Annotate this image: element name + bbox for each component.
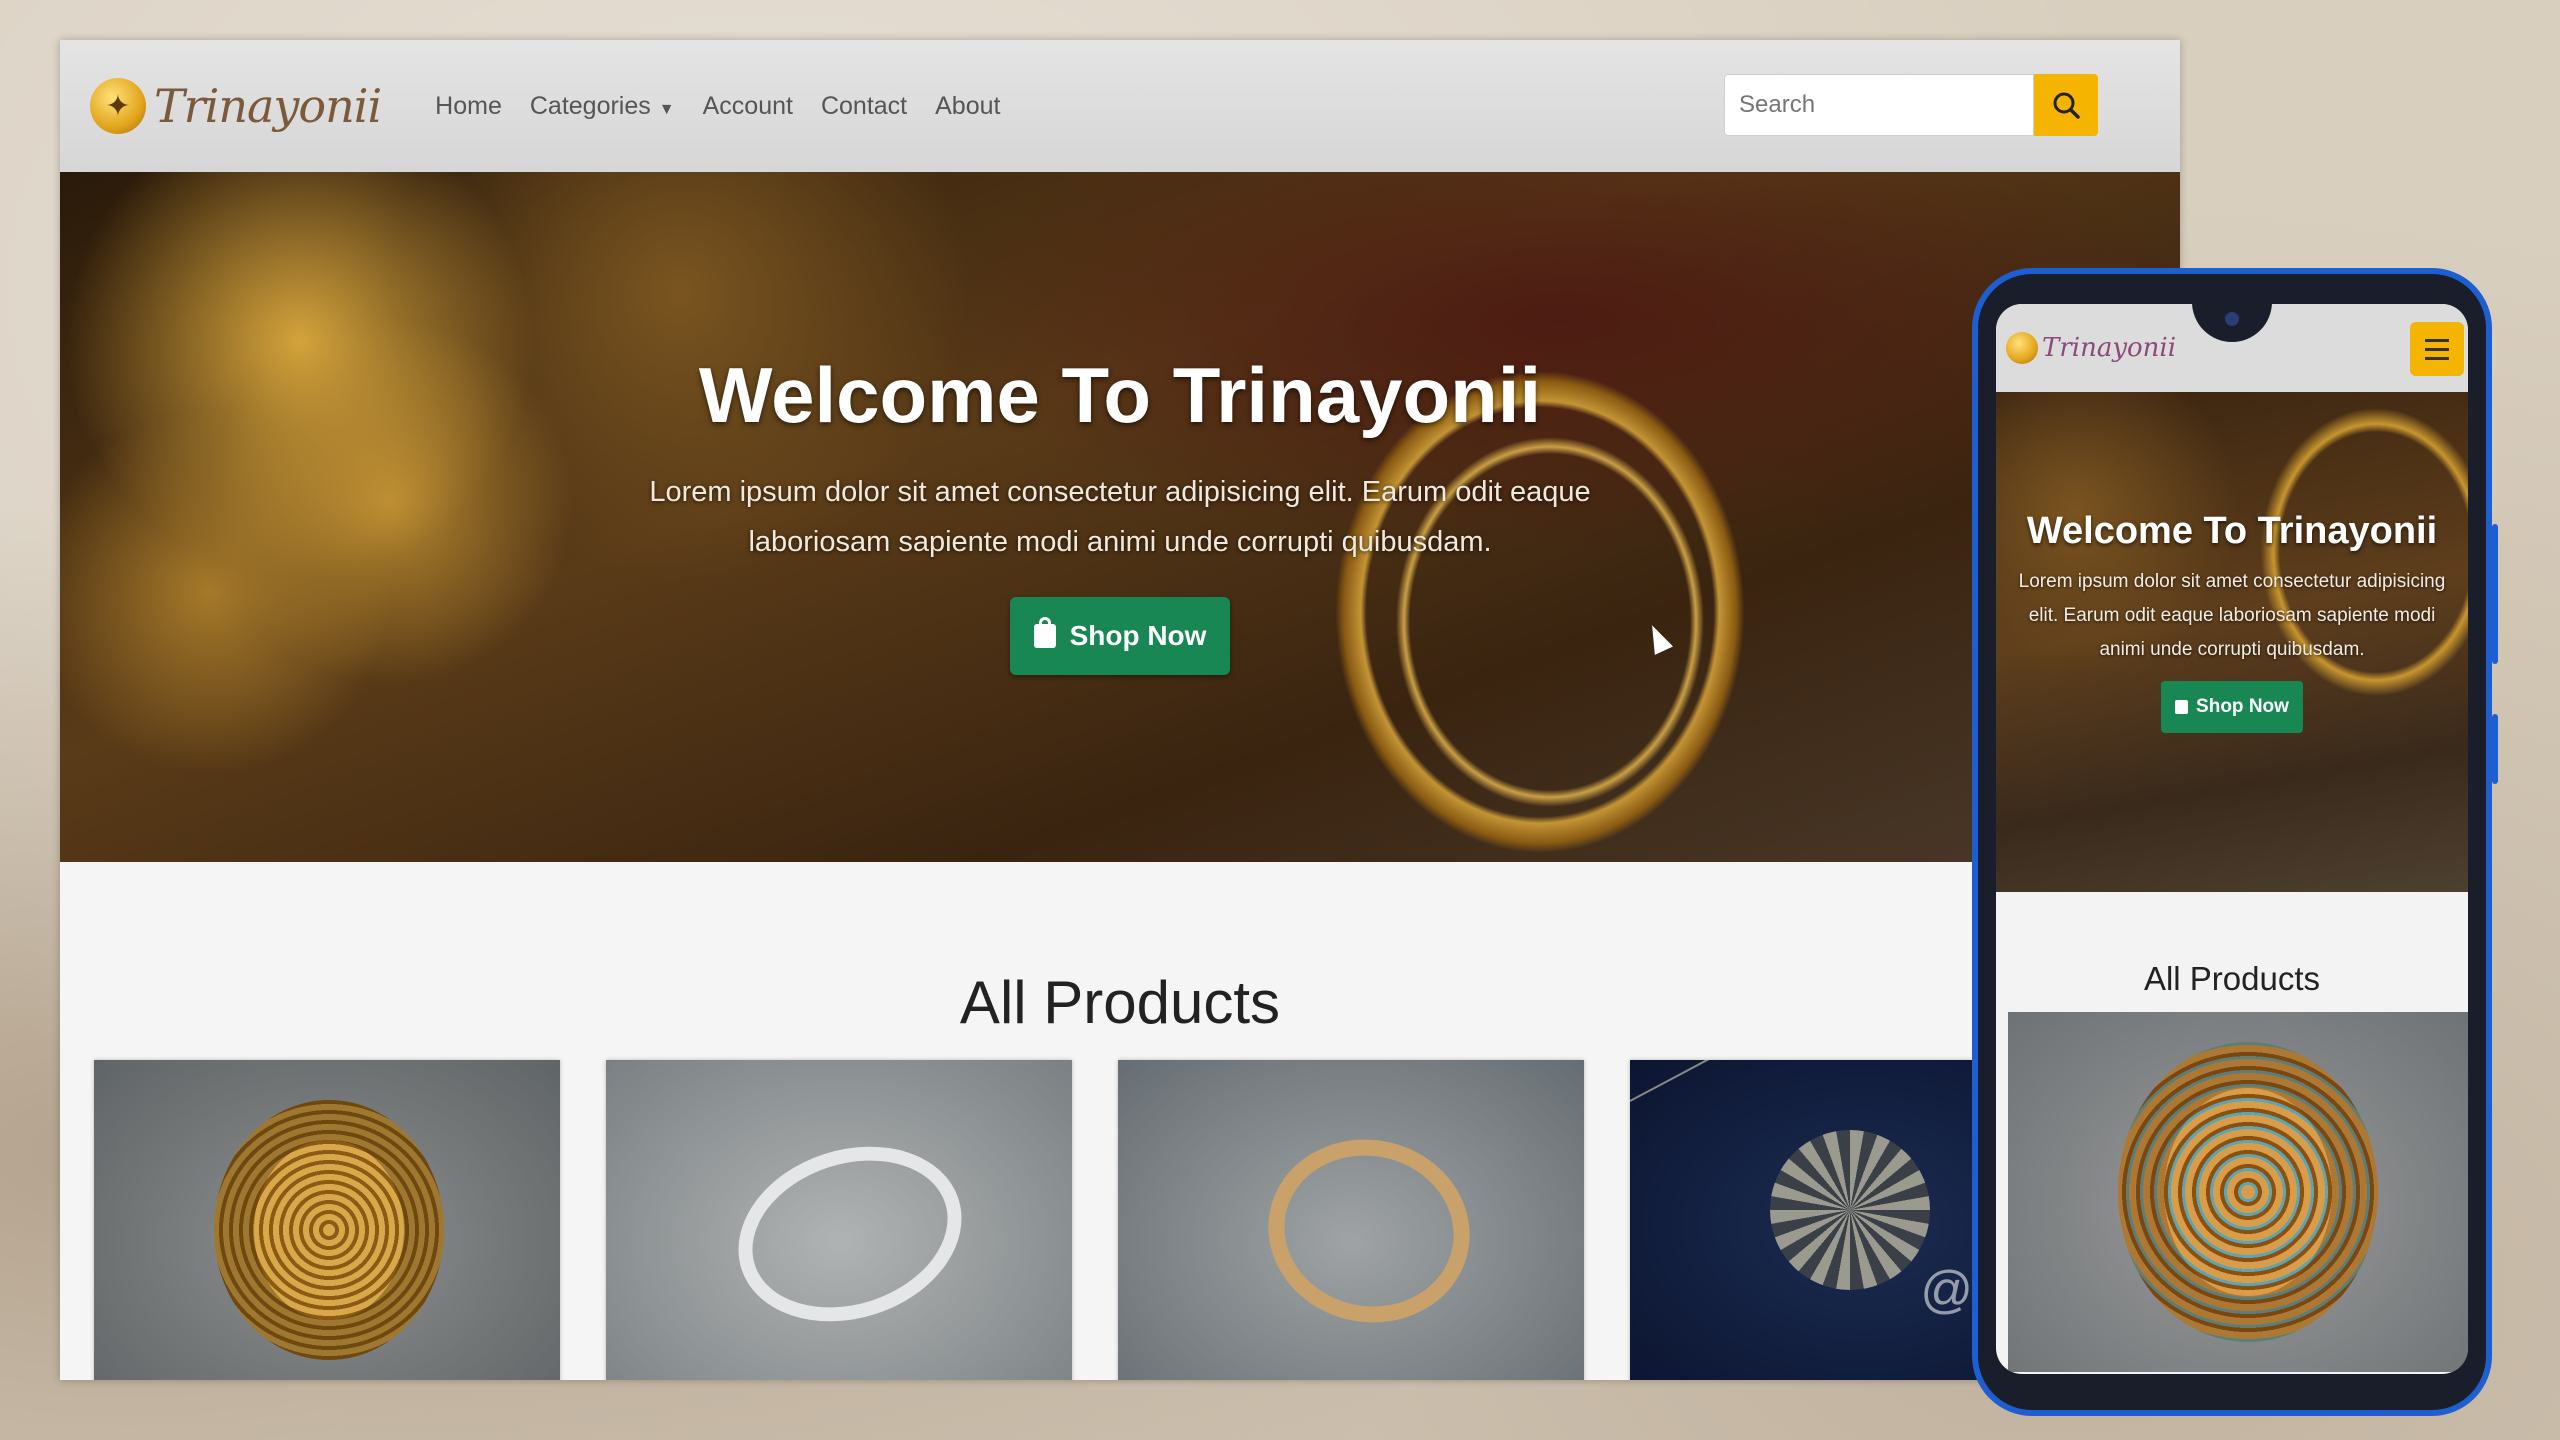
hamburger-line [2425,356,2449,360]
product-image-bangle [214,1100,444,1360]
desktop-navbar: ✦ Trinayonii Home Categories ▼ Account Co… [60,40,2180,172]
mobile-product-image-bangle [2118,1042,2378,1342]
hamburger-line [2425,347,2449,351]
mouse-cursor-icon [1643,621,1673,655]
shop-now-label: Shop Now [1069,620,1207,651]
mobile-shop-now-button[interactable]: Shop Now [2161,681,2303,733]
mobile-hero-subtitle: Lorem ipsum dolor sit amet consectetur a… [2018,571,2446,660]
products-section-title: All Products [959,969,1281,1036]
hero-banner: Welcome To Trinayonii Lorem ipsum dolor … [60,172,2180,862]
mobile-logo-emblem-icon[interactable] [2006,332,2038,364]
product-image-chain [1630,1060,1861,1102]
shop-now-button[interactable]: Shop Now [1009,597,1231,675]
product-image-pendant [1770,1130,1930,1290]
nav-about[interactable]: About [921,92,1014,121]
hamburger-menu-button[interactable] [2410,322,2464,376]
nav-account[interactable]: Account [689,92,807,121]
logo-emblem-icon: ✦ [90,78,146,134]
product-image-gold-ring [1251,1120,1487,1342]
nav-categories-label: Categories [529,91,651,120]
hero-title: Welcome To Trinayonii [698,351,1542,439]
camera-icon [2225,312,2239,326]
product-image-silver-ring [715,1118,985,1350]
mobile-products-title: All Products [2143,960,2321,997]
mobile-phone-mockup: Trinayonii Welcome To Trinayonii Lorem i… [1972,268,2498,1416]
brand-logo[interactable]: ✦ Trinayonii [90,78,382,134]
hero-subtitle: Lorem ipsum dolor sit amet consectetur a… [649,476,1591,558]
mobile-hero-banner: Welcome To Trinayonii Lorem ipsum dolor … [1996,392,2468,892]
search-button[interactable] [2034,74,2098,136]
mobile-brand-name[interactable]: Trinayonii [2042,333,2176,363]
search-icon [2053,92,2080,119]
phone-power-button [2492,714,2498,784]
mobile-screen: Trinayonii Welcome To Trinayonii Lorem i… [1996,304,2468,1374]
caret-down-icon: ▼ [658,100,675,118]
nav-home[interactable]: Home [421,92,516,121]
shopping-bag-icon [2175,700,2189,714]
product-card-silver-ring[interactable] [606,1060,1072,1380]
desktop-site-preview: ✦ Trinayonii Home Categories ▼ Account Co… [60,40,2180,1380]
mobile-hero-title: Welcome To Trinayonii [2026,510,2438,552]
hamburger-menu-icon [2425,338,2449,342]
product-card-gold-ring[interactable] [1118,1060,1584,1380]
nav-contact[interactable]: Contact [807,92,921,121]
nav-links: Home Categories ▼ Account Contact About [421,92,1014,121]
search-input[interactable] [1724,74,2034,136]
mobile-shop-now-label: Shop Now [2196,696,2289,717]
product-card-bangle[interactable] [94,1060,560,1380]
search-form [1724,74,2098,136]
shopping-bag-icon [1033,617,1056,648]
nav-categories-dropdown[interactable]: Categories ▼ [516,92,689,121]
phone-volume-button [2492,524,2498,664]
brand-name: Trinayonii [154,79,382,133]
mobile-product-card-bangle[interactable] [2008,1012,2468,1372]
